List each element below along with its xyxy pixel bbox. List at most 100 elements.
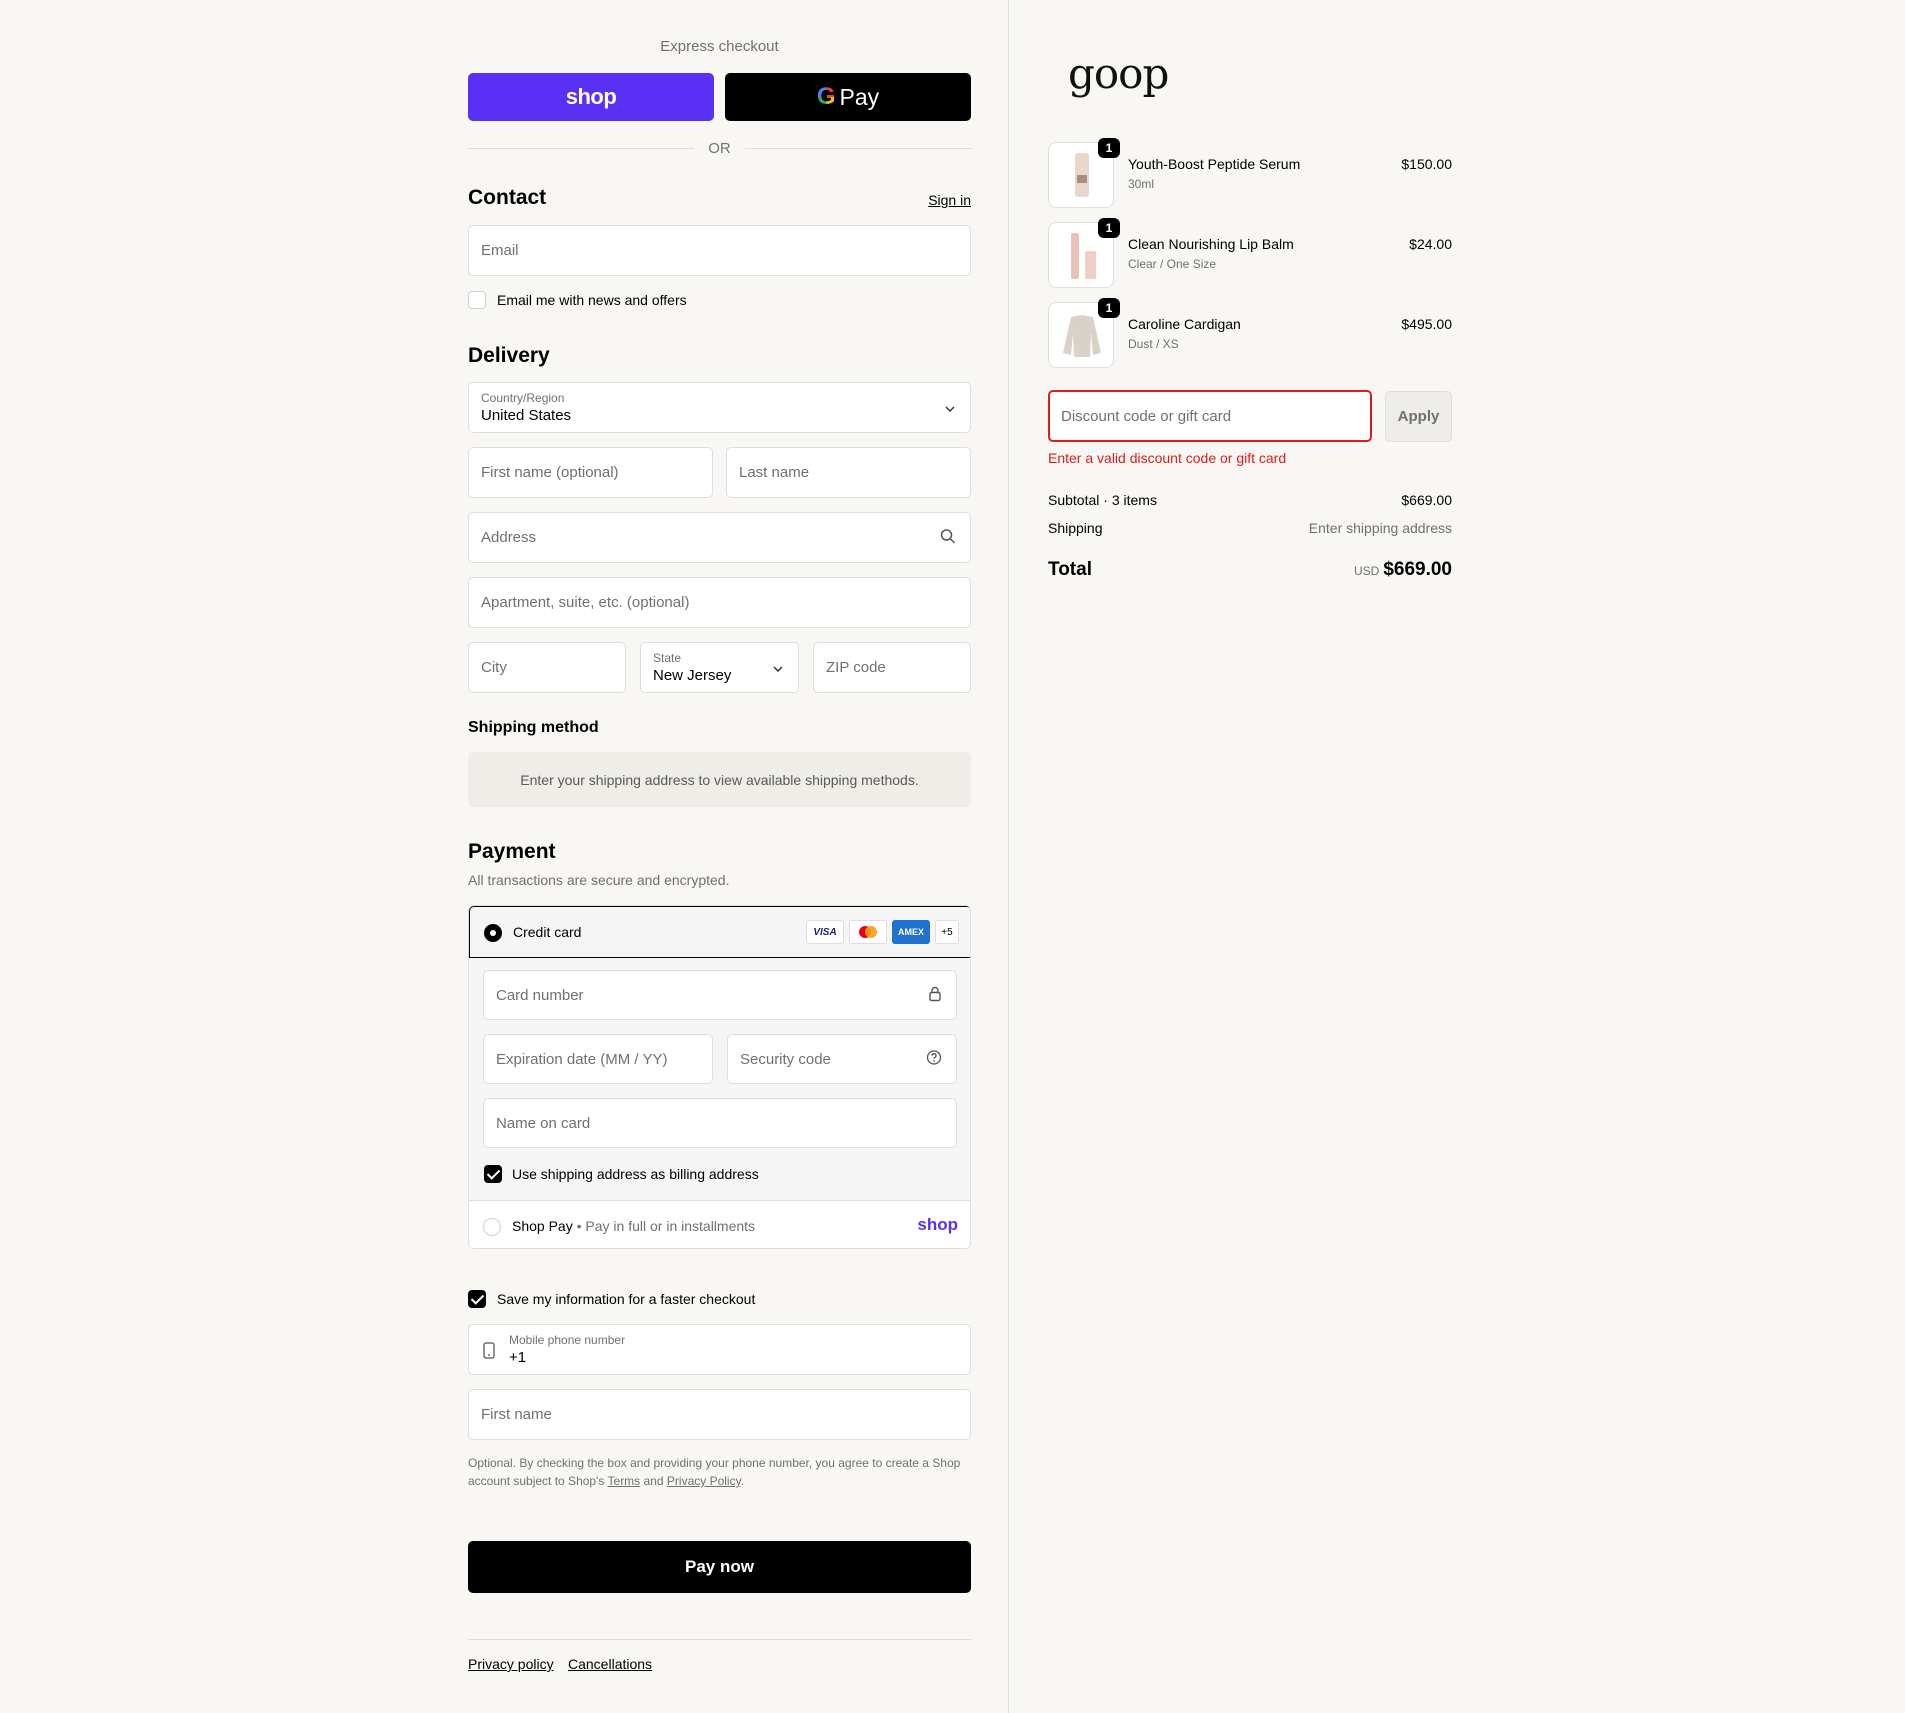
lock-icon — [928, 986, 942, 1005]
footer-divider — [468, 1639, 971, 1640]
cart-item: 1 Clean Nourishing Lip Balm Clear / One … — [1048, 218, 1452, 288]
country-value: United States — [481, 407, 572, 424]
phone-label: Mobile phone number — [509, 1333, 626, 1347]
contact-heading: Contact — [468, 186, 547, 209]
shop-first-name-placeholder: First name — [481, 1406, 552, 1423]
footer-cancellations-link[interactable]: Cancellations — [568, 1656, 652, 1672]
credit-card-fields: Card number Expiration date (MM / YY) Se… — [469, 958, 970, 1201]
shipping-method-heading: Shipping method — [468, 719, 599, 736]
card-number-placeholder: Card number — [496, 986, 584, 1004]
item-price: $24.00 — [1409, 236, 1452, 252]
last-name-placeholder: Last name — [739, 464, 810, 481]
shop-pay-button[interactable]: shop — [468, 73, 714, 121]
legal-and: and — [643, 1474, 664, 1488]
divider-line — [468, 147, 695, 149]
credit-card-option[interactable]: Credit card VISA AMEX +5 — [469, 906, 970, 958]
billing-address-label: Use shipping address as billing address — [512, 1166, 759, 1182]
zip-placeholder: ZIP code — [826, 659, 886, 676]
shop-pay-subtext: Pay in full or in installments — [585, 1218, 756, 1234]
credit-card-radio[interactable] — [484, 924, 502, 942]
credit-card-label: Credit card — [513, 924, 582, 940]
first-name-placeholder: First name (optional) — [481, 464, 619, 481]
quantity-badge: 1 — [1098, 138, 1120, 158]
shop-first-name-input[interactable]: First name — [468, 1389, 971, 1440]
payment-methods: Credit card VISA AMEX +5 Card number Exp… — [468, 905, 971, 1249]
save-info-label: Save my information for a faster checkou… — [497, 1291, 756, 1307]
legal-period: . — [740, 1474, 745, 1488]
amex-icon: AMEX — [892, 920, 930, 944]
discount-code-input[interactable]: Discount code or gift card — [1048, 390, 1372, 442]
total-amount: USD $669.00 — [1354, 559, 1452, 581]
phone-input[interactable]: Mobile phone number +1 — [468, 1324, 971, 1375]
mastercard-icon — [849, 920, 887, 944]
item-variant: Dust / XS — [1128, 337, 1179, 351]
city-input[interactable]: City — [468, 642, 626, 693]
item-name: Youth-Boost Peptide Serum — [1128, 156, 1301, 172]
name-on-card-input[interactable]: Name on card — [483, 1098, 957, 1148]
quantity-badge: 1 — [1098, 218, 1120, 238]
chevron-down-icon — [944, 400, 956, 416]
search-icon — [940, 528, 956, 547]
total-label: Total — [1048, 559, 1092, 580]
order-summary-panel: goop 1 Youth-Boost Peptide Serum 30ml $1… — [1010, 0, 1905, 1713]
or-divider: OR — [468, 139, 971, 157]
country-select[interactable]: Country/Region United States — [468, 382, 971, 433]
billing-address-checkbox[interactable] — [484, 1165, 502, 1183]
save-info-checkbox[interactable] — [468, 1290, 486, 1308]
discount-placeholder: Discount code or gift card — [1061, 407, 1232, 425]
divider-line — [744, 147, 971, 149]
country-label: Country/Region — [481, 391, 565, 405]
shipping-label: Shipping — [1048, 520, 1103, 536]
google-g-icon: G — [816, 83, 836, 110]
or-label: OR — [708, 139, 731, 157]
last-name-input[interactable]: Last name — [726, 447, 971, 498]
shop-pay-label: Shop Pay — [512, 1218, 573, 1234]
checkout-form-panel: Express checkout shop G Pay OR Contact S… — [0, 0, 1009, 1713]
google-pay-label: Pay — [839, 83, 880, 110]
item-variant: Clear / One Size — [1128, 257, 1217, 271]
total-row: Total USD $669.00 — [1048, 559, 1452, 583]
footer-privacy-link[interactable]: Privacy policy — [468, 1656, 554, 1672]
expiration-placeholder: Expiration date (MM / YY) — [496, 1050, 668, 1068]
shop-pay-radio[interactable] — [483, 1218, 501, 1236]
state-select[interactable]: State New Jersey — [640, 642, 799, 693]
google-pay-button[interactable]: G Pay — [725, 73, 971, 121]
phone-value: +1 — [509, 1349, 527, 1366]
item-price: $150.00 — [1401, 156, 1452, 172]
apply-button[interactable]: Apply — [1385, 391, 1452, 442]
subtotal-row: Subtotal · 3 items $669.00 — [1048, 492, 1452, 508]
help-icon[interactable] — [926, 1050, 942, 1069]
payment-heading: Payment — [468, 840, 556, 863]
more-brands-badge: +5 — [935, 920, 959, 944]
item-price: $495.00 — [1401, 316, 1452, 332]
address-input[interactable]: Address — [468, 512, 971, 563]
total-value: $669.00 — [1383, 559, 1452, 580]
sign-in-link[interactable]: Sign in — [928, 192, 971, 208]
name-on-card-placeholder: Name on card — [496, 1114, 591, 1132]
news-checkbox[interactable] — [468, 291, 486, 309]
first-name-input[interactable]: First name (optional) — [468, 447, 713, 498]
shop-pay-option[interactable]: Shop Pay • Pay in full or in installment… — [469, 1202, 970, 1248]
zip-input[interactable]: ZIP code — [813, 642, 971, 693]
email-input[interactable]: Email — [468, 225, 971, 276]
shipping-value: Enter shipping address — [1308, 520, 1452, 536]
delivery-heading: Delivery — [468, 344, 550, 367]
order-summary-column: 1 Youth-Boost Peptide Serum 30ml $150.00… — [1048, 0, 1452, 1713]
state-value: New Jersey — [653, 667, 732, 684]
shop-pay-logo: shop — [917, 1215, 958, 1234]
shipping-method-notice: Enter your shipping address to view avai… — [468, 752, 971, 807]
currency-code: USD — [1353, 564, 1380, 578]
card-number-input[interactable]: Card number — [483, 970, 957, 1020]
address-placeholder: Address — [481, 529, 537, 546]
expiration-input[interactable]: Expiration date (MM / YY) — [483, 1034, 713, 1084]
payment-subtitle: All transactions are secure and encrypte… — [468, 872, 730, 888]
shop-logo: shop — [565, 84, 617, 109]
pay-now-button[interactable]: Pay now — [468, 1541, 971, 1593]
apartment-input[interactable]: Apartment, suite, etc. (optional) — [468, 577, 971, 628]
security-code-input[interactable]: Security code — [727, 1034, 957, 1084]
shop-pay-text: Shop Pay • Pay in full or in installment… — [512, 1218, 755, 1234]
news-checkbox-label: Email me with news and offers — [497, 292, 687, 308]
subtotal-label: Subtotal · 3 items — [1048, 492, 1157, 508]
privacy-policy-link[interactable]: Privacy Policy — [667, 1474, 741, 1488]
terms-link[interactable]: Terms — [608, 1474, 641, 1488]
